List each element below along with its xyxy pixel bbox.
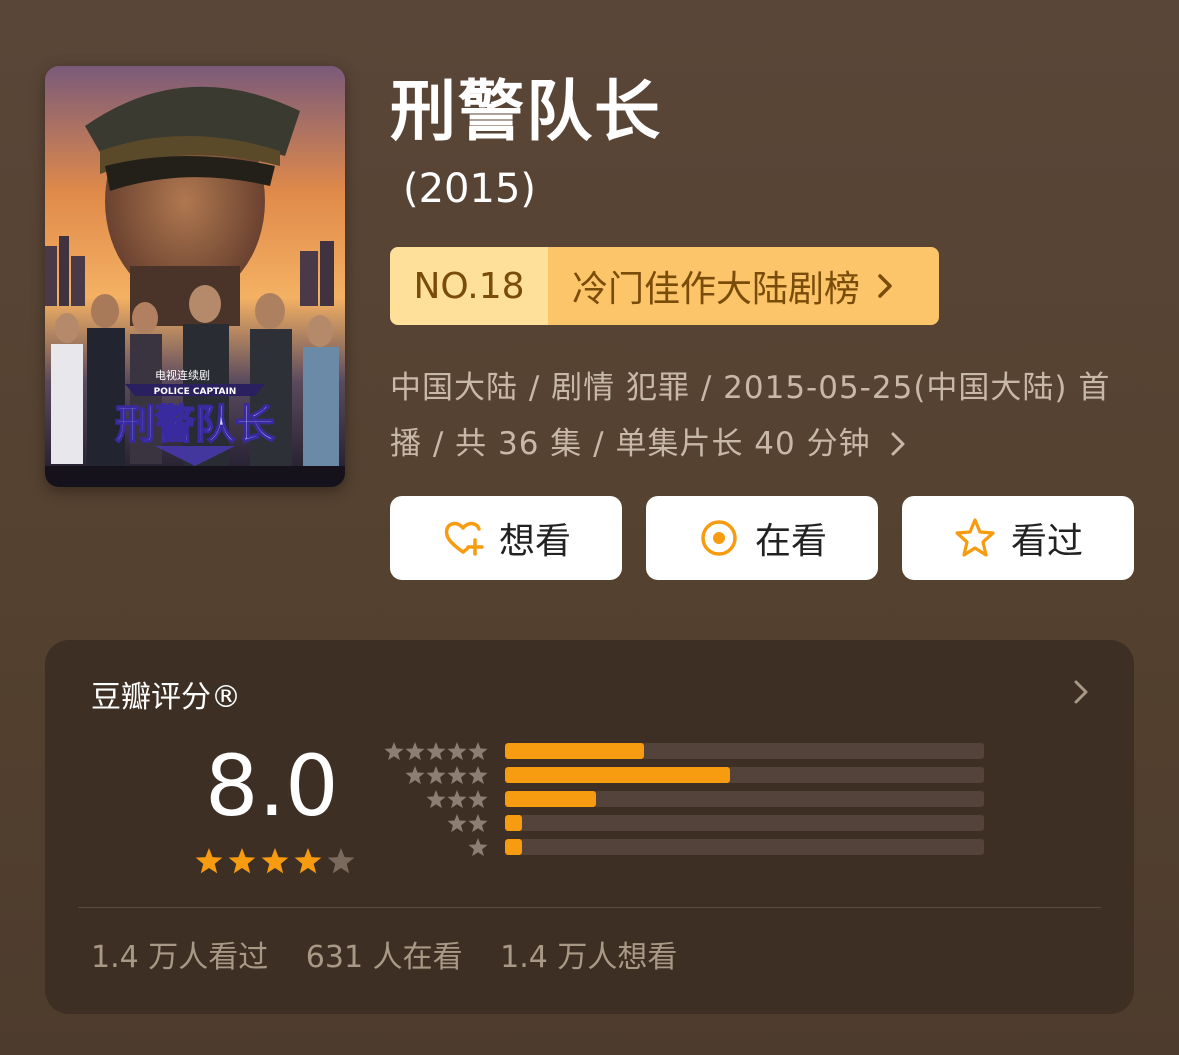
watching-count: 631 人在看 [305, 940, 463, 975]
distribution-bar [505, 815, 522, 831]
want-label: 想看 [498, 521, 571, 562]
distribution-track [505, 791, 984, 807]
star-icon [447, 790, 467, 809]
want-count: 1.4 万人想看 [500, 940, 678, 975]
watched-button[interactable]: 看过 [902, 496, 1134, 580]
distribution-bar [505, 791, 596, 807]
distribution-stars [426, 790, 488, 809]
distribution-bar [505, 767, 731, 783]
star-icon [447, 814, 467, 833]
series-meta-info[interactable]: 中国大陆 / 剧情 犯罪 / 2015-05-25(中国大陆) 首播 / 共 3… [390, 360, 1120, 472]
distribution-track [505, 743, 984, 759]
poster-image[interactable]: 电视连续剧 POLICE CAPTAIN 刑警队长 [45, 66, 345, 487]
distribution-track [505, 815, 984, 831]
star-filled-icon [228, 848, 256, 874]
star-outline-icon [955, 518, 995, 557]
star-icon [468, 790, 488, 809]
watching-button[interactable]: 在看 [646, 496, 878, 580]
poster-logo-title: 刑警队长 [115, 402, 275, 448]
page-title: 刑警队长 [390, 73, 662, 150]
star-icon [447, 766, 467, 785]
distribution-row [384, 740, 995, 764]
star-filled-icon [261, 848, 289, 874]
star-icon [426, 742, 446, 761]
ranking-list: 冷门佳作大陆剧榜 [548, 247, 939, 325]
star-icon [447, 742, 467, 761]
star-icon [468, 742, 488, 761]
chevron-right-icon [1074, 680, 1088, 704]
rating-card[interactable]: 豆瓣评分® 8.0 1.4 万人看过 631 人在看 1.4 万人想看 [45, 640, 1134, 1014]
distribution-stars [405, 766, 488, 785]
distribution-stars [447, 814, 488, 833]
star-filled-icon [195, 848, 223, 874]
distribution-row [385, 812, 995, 836]
rating-stars [195, 848, 355, 874]
release-year: (2015) [403, 166, 537, 212]
poster-english-title: POLICE CAPTAIN [154, 387, 237, 397]
distribution-track [505, 767, 984, 783]
distribution-bar [505, 839, 522, 855]
target-icon [701, 520, 737, 556]
star-icon [405, 742, 425, 761]
star-icon [468, 766, 488, 785]
distribution-row [385, 788, 995, 812]
star-icon [426, 790, 446, 809]
distribution-row [385, 764, 995, 788]
star-empty-icon [327, 848, 355, 874]
watch-stats: 1.4 万人看过 631 人在看 1.4 万人想看 [91, 932, 705, 976]
star-icon [426, 766, 446, 785]
distribution-bar [505, 743, 644, 759]
chevron-right-icon [878, 274, 892, 298]
star-icon [405, 766, 425, 785]
ranking-number: NO.18 [390, 247, 548, 325]
star-filled-icon [294, 848, 322, 874]
distribution-stars [384, 742, 488, 761]
watched-label: 看过 [1010, 521, 1083, 562]
rating-label: 豆瓣评分® [91, 680, 241, 715]
watching-label: 在看 [754, 521, 827, 562]
rating-score: 8.0 [205, 737, 339, 835]
meta-text: 中国大陆 / 剧情 犯罪 / 2015-05-25(中国大陆) 首播 / 共 3… [390, 370, 1111, 462]
ranking-list-name: 冷门佳作大陆剧榜 [572, 269, 861, 310]
star-icon [468, 838, 488, 857]
distribution-stars [468, 838, 488, 857]
poster-series-tag: 电视连续剧 [155, 368, 210, 382]
watched-count: 1.4 万人看过 [91, 940, 269, 975]
distribution-row [385, 836, 995, 860]
heart-plus-icon [444, 521, 484, 556]
want-to-watch-button[interactable]: 想看 [390, 496, 622, 580]
distribution-track [505, 839, 984, 855]
chevron-right-icon [891, 432, 905, 456]
divider [78, 907, 1101, 908]
star-icon [384, 742, 404, 761]
poster-artwork: 电视连续剧 POLICE CAPTAIN 刑警队长 [45, 66, 345, 487]
star-icon [468, 814, 488, 833]
ranking-badge[interactable]: NO.18 冷门佳作大陆剧榜 [390, 247, 939, 325]
